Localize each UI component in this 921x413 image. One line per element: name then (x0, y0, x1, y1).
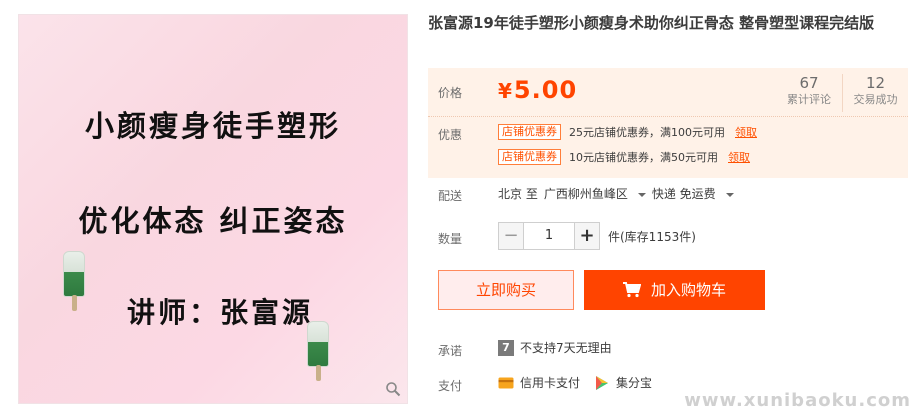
image-text-line-2: 优化体态 纠正姿态 (78, 204, 348, 238)
stat-label: 交易成功 (853, 93, 898, 106)
credit-card-icon (498, 377, 514, 388)
promise-label: 承诺 (438, 344, 463, 358)
popsicle-decoration (307, 321, 329, 381)
product-title: 张富源19年徒手塑形小颜瘦身术助你纠正骨态 整骨塑型课程完结版 (428, 14, 875, 32)
payment-method-text: 集分宝 (616, 376, 653, 390)
seven-day-icon: 7 (498, 339, 514, 356)
stock-text: 件(库存1153件) (608, 229, 696, 244)
quantity-input[interactable]: 1 (524, 222, 574, 250)
payment-method-text: 信用卡支付 (520, 376, 581, 390)
currency-symbol: ¥ (498, 79, 512, 103)
shopping-cart-icon (622, 282, 641, 298)
payment-method-credit-card: 信用卡支付 (498, 374, 580, 391)
quantity-stepper: − 1 + 件(库存1153件) (498, 222, 696, 250)
increase-quantity-button[interactable]: + (574, 222, 600, 250)
coupon-row: 店铺优惠券 25元店铺优惠券，满100元可用 领取 (498, 124, 757, 140)
coupon-row: 店铺优惠券 10元店铺优惠券，满50元可用 领取 (498, 149, 750, 165)
decrease-quantity-button[interactable]: − (498, 222, 524, 250)
payment-method-jifenbao: 集分宝 (594, 374, 652, 391)
stat-number: 67 (799, 74, 819, 92)
price-label: 价格 (438, 86, 463, 100)
chevron-down-icon (637, 192, 646, 197)
sales-stats: 67 累计评论 12 交易成功 (776, 74, 908, 112)
buy-now-button[interactable]: 立即购买 (438, 270, 574, 310)
chevron-down-icon (725, 192, 734, 197)
review-count-stat[interactable]: 67 累计评论 (776, 74, 842, 112)
stat-number: 12 (865, 74, 886, 92)
transaction-count-stat[interactable]: 12 交易成功 (842, 74, 908, 112)
zoom-icon[interactable] (385, 381, 401, 397)
popsicle-decoration (63, 251, 85, 311)
add-to-cart-button[interactable]: 加入购物车 (584, 270, 765, 310)
payment-label: 支付 (438, 379, 463, 393)
watermark: www.xunibaoku.com (684, 390, 911, 411)
shipping-label: 配送 (438, 189, 463, 203)
shipping-method-text: 快递 免运费 (651, 187, 716, 201)
price: ¥5.00 (498, 76, 577, 104)
product-image[interactable]: 小颜瘦身徒手塑形 优化体态 纠正姿态 讲师：张富源 (18, 14, 408, 404)
coupon-text: 25元店铺优惠券，满100元可用 (569, 126, 725, 139)
promise-row: 7 不支持7天无理由 (498, 339, 612, 356)
divider (428, 116, 908, 117)
shipping-row: 北京 至 广西柳州鱼峰区 快递 免运费 (498, 185, 740, 202)
promise-text: 不支持7天无理由 (520, 341, 612, 355)
destination-text: 广西柳州鱼峰区 (543, 187, 628, 201)
image-text-line-1: 小颜瘦身徒手塑形 (84, 109, 341, 143)
shipping-from: 北京 至 (498, 187, 538, 201)
price-panel: 价格 ¥5.00 67 累计评论 12 交易成功 优惠 店铺优惠券 25元店铺优… (428, 68, 908, 178)
coupon-badge: 店铺优惠券 (498, 149, 561, 165)
quantity-label: 数量 (438, 232, 463, 246)
promo-label: 优惠 (438, 128, 463, 142)
coupon-badge: 店铺优惠券 (498, 124, 561, 140)
destination-dropdown[interactable]: 广西柳州鱼峰区 (544, 185, 646, 202)
payment-row: 信用卡支付 集分宝 (498, 374, 666, 391)
coupon-text: 10元店铺优惠券，满50元可用 (569, 151, 718, 164)
shipping-method-dropdown[interactable]: 快递 免运费 (652, 185, 734, 202)
stat-label: 累计评论 (787, 93, 831, 106)
add-to-cart-label: 加入购物车 (650, 281, 726, 299)
jifenbao-icon (596, 375, 609, 390)
price-value: 5.00 (513, 76, 578, 104)
claim-coupon-link[interactable]: 领取 (735, 124, 757, 140)
claim-coupon-link[interactable]: 领取 (728, 149, 750, 165)
